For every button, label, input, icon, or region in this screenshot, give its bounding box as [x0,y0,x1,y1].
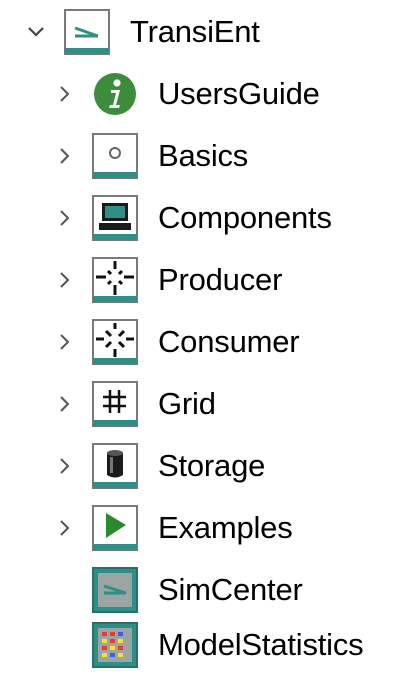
chevron-right-icon[interactable] [55,208,75,228]
storage-icon [92,443,138,489]
tree-item-label: Consumer [158,324,300,359]
tree-item-basics[interactable]: Basics [0,126,394,186]
tree-root-label: TransiEnt [130,14,260,49]
tree-item-label: SimCenter [158,572,303,607]
basics-package-icon [92,133,138,179]
chevron-right-icon[interactable] [55,332,75,352]
components-computer-icon [92,195,138,241]
tree-item-label: Storage [158,448,266,483]
tree-item-label: Examples [158,510,293,545]
tree-item-examples[interactable]: Examples [0,498,394,558]
chevron-right-icon[interactable] [55,518,75,538]
producer-icon [92,257,138,303]
tree-item-label: UsersGuide [158,76,320,111]
tree-item-simcenter[interactable]: SimCenter [0,560,394,620]
grid-icon [92,381,138,427]
tree-item-label: Basics [158,138,249,173]
tree-item-usersguide[interactable]: UsersGuide [0,64,394,124]
chevron-right-icon[interactable] [55,146,75,166]
chevron-right-icon[interactable] [55,456,75,476]
tree-item-label: Grid [158,386,216,421]
examples-play-icon [92,505,138,551]
tree-item-label: Components [158,200,332,235]
package-expanded-icon [64,9,110,55]
model-statistics-icon [92,622,138,668]
consumer-icon [92,319,138,365]
tree-item-label: Producer [158,262,283,297]
tree-item-components[interactable]: Components [0,188,394,248]
tree-item-consumer[interactable]: Consumer [0,312,394,372]
simcenter-icon [92,567,138,613]
tree-item-producer[interactable]: Producer [0,250,394,310]
tree-root-item[interactable]: TransiEnt [0,2,394,62]
chevron-right-icon[interactable] [55,270,75,290]
tree-item-grid[interactable]: Grid [0,374,394,434]
chevron-right-icon[interactable] [55,394,75,414]
chevron-right-icon[interactable] [55,84,75,104]
package-tree: TransiEnt UsersGuide Basics Components P… [0,0,394,669]
info-icon [92,71,138,117]
tree-item-modelstatistics[interactable]: ModelStatistics [0,622,394,682]
tree-item-storage[interactable]: Storage [0,436,394,496]
chevron-down-icon[interactable] [26,22,46,42]
tree-item-label: ModelStatistics [158,627,364,662]
